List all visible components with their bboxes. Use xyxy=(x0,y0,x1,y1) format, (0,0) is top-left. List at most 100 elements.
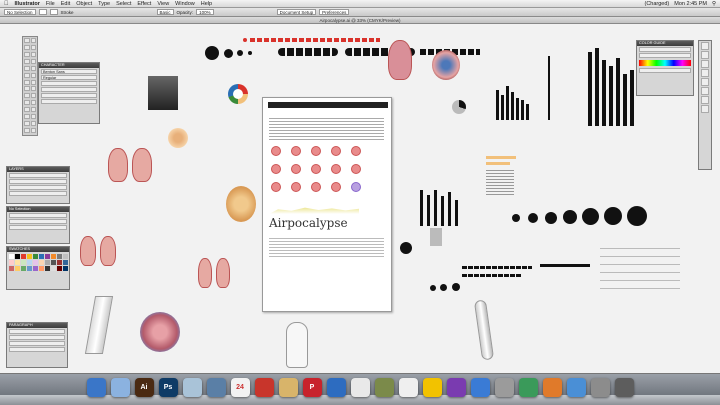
chart-bar[interactable] xyxy=(623,74,627,126)
color-spectrum[interactable] xyxy=(639,60,691,66)
width-tool-icon[interactable] xyxy=(24,86,30,92)
color-swatch[interactable] xyxy=(45,266,50,271)
orange-label[interactable] xyxy=(486,162,510,165)
data-dot[interactable] xyxy=(528,213,538,223)
dock-app-icon[interactable]: P xyxy=(302,378,322,397)
data-dot[interactable] xyxy=(311,164,321,174)
data-dot[interactable] xyxy=(271,164,281,174)
eraser-tool-icon[interactable] xyxy=(30,72,36,78)
yellow-area-chart[interactable] xyxy=(269,207,359,214)
dock-app-icon[interactable] xyxy=(254,378,274,397)
chart-bar[interactable] xyxy=(448,192,451,226)
appearance-row[interactable] xyxy=(9,219,67,224)
color-swatch[interactable] xyxy=(27,254,32,259)
character-panel-header[interactable]: CHARACTER xyxy=(39,63,99,68)
paragraph-row[interactable] xyxy=(9,341,65,346)
data-pill[interactable] xyxy=(462,266,532,269)
lungs-cloud[interactable] xyxy=(432,50,460,80)
orange-label[interactable] xyxy=(486,156,516,159)
leading-input[interactable] xyxy=(41,87,97,92)
dock-app-icon[interactable]: Ai xyxy=(134,378,154,397)
color-swatch[interactable] xyxy=(39,254,44,259)
color-swatch[interactable] xyxy=(33,266,38,271)
layer-row[interactable] xyxy=(9,191,67,196)
data-dot[interactable] xyxy=(243,38,247,42)
fill-swatch[interactable] xyxy=(38,9,47,15)
data-dot[interactable] xyxy=(291,146,301,156)
data-dot[interactable] xyxy=(291,182,301,192)
color-swatch[interactable] xyxy=(57,254,62,259)
color-swatch[interactable] xyxy=(21,260,26,265)
preferences-button[interactable]: Preferences xyxy=(319,9,350,15)
menu-select[interactable]: Select xyxy=(116,1,131,7)
opacity-input[interactable]: 100% xyxy=(196,9,214,15)
data-dot[interactable] xyxy=(452,283,460,291)
chart-bar[interactable] xyxy=(441,196,444,226)
dock-app-icon[interactable] xyxy=(518,378,538,397)
line-tool-icon[interactable] xyxy=(24,58,30,64)
dock-app-icon[interactable] xyxy=(110,378,130,397)
lungs-illustration[interactable] xyxy=(216,258,230,288)
chart-bar[interactable] xyxy=(602,60,606,126)
chart-bar[interactable] xyxy=(521,100,524,120)
color-swatch[interactable] xyxy=(51,260,56,265)
text-block[interactable] xyxy=(486,170,514,196)
xray-image[interactable] xyxy=(148,76,178,110)
rotate-tool-icon[interactable] xyxy=(24,79,30,85)
brush-style-select[interactable]: Basic xyxy=(156,9,174,15)
pencil-tool-icon[interactable] xyxy=(30,65,36,71)
data-dot[interactable] xyxy=(271,146,281,156)
data-dot[interactable] xyxy=(582,208,599,225)
cell-illustration[interactable] xyxy=(168,128,188,148)
scale-tool-icon[interactable] xyxy=(30,79,36,85)
data-dot[interactable] xyxy=(224,49,233,58)
dock-app-icon[interactable] xyxy=(590,378,610,397)
grey-box[interactable] xyxy=(430,228,442,246)
chart-bar[interactable] xyxy=(630,70,634,126)
dock-app-icon[interactable] xyxy=(206,378,226,397)
chart-bar[interactable] xyxy=(506,86,509,120)
data-dot[interactable] xyxy=(545,212,557,224)
dock-app-icon[interactable] xyxy=(278,378,298,397)
panel-dock-button[interactable] xyxy=(701,69,709,77)
dock-app-icon[interactable] xyxy=(446,378,466,397)
data-pill[interactable] xyxy=(278,48,338,56)
dock-app-icon[interactable] xyxy=(470,378,490,397)
pen-tool-icon[interactable] xyxy=(24,51,30,57)
chart-bar[interactable] xyxy=(434,190,437,226)
color-swatch[interactable] xyxy=(57,260,62,265)
selection-tool-icon[interactable] xyxy=(24,38,30,43)
menubar-clock[interactable]: Mon 2:45 PM xyxy=(674,1,707,7)
chart-bar[interactable] xyxy=(588,52,592,126)
main-artboard[interactable]: Airpocalypse xyxy=(262,97,392,312)
panel-dock-button[interactable] xyxy=(701,78,709,86)
data-dot[interactable] xyxy=(248,51,252,55)
column-graph-tool-icon[interactable] xyxy=(24,114,30,120)
appearance-panel-header[interactable]: No Selection xyxy=(7,207,69,212)
data-dot[interactable] xyxy=(563,210,577,224)
data-dot[interactable] xyxy=(351,146,361,156)
direct-selection-tool-icon[interactable] xyxy=(30,38,36,43)
color-row[interactable] xyxy=(639,53,691,58)
color-swatch[interactable] xyxy=(15,254,20,259)
data-pill[interactable] xyxy=(250,38,380,42)
color-swatch[interactable] xyxy=(63,266,68,271)
font-family-select[interactable]: Benton Sans xyxy=(41,69,97,74)
chart-bar[interactable] xyxy=(526,104,529,120)
lasso-tool-icon[interactable] xyxy=(30,44,36,50)
menu-window[interactable]: Window xyxy=(175,1,195,7)
menu-type[interactable]: Type xyxy=(98,1,110,7)
color-swatch[interactable] xyxy=(27,260,32,265)
symbol-sprayer-tool-icon[interactable] xyxy=(30,107,36,113)
lungs-illustration[interactable] xyxy=(132,148,152,182)
font-size-input[interactable] xyxy=(41,81,97,86)
data-dot[interactable] xyxy=(291,164,301,174)
stroke-label[interactable]: Stroke xyxy=(61,10,74,15)
paragraph-row[interactable] xyxy=(9,335,65,340)
artboard-text-block[interactable] xyxy=(269,238,384,258)
color-swatch[interactable] xyxy=(39,266,44,271)
dock-app-icon[interactable] xyxy=(182,378,202,397)
paragraph-row[interactable] xyxy=(9,329,65,334)
color-swatch[interactable] xyxy=(57,266,62,271)
lungs-illustration[interactable] xyxy=(108,148,128,182)
